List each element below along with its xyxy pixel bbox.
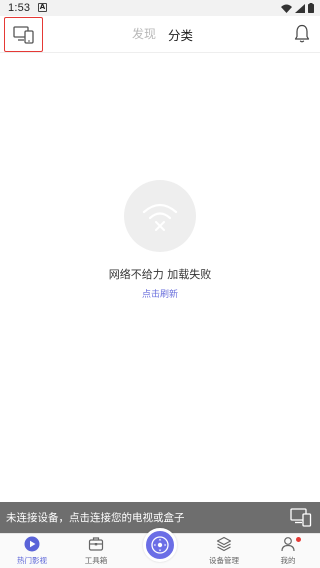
notification-badge <box>296 537 301 542</box>
remote-control-button[interactable] <box>143 528 177 562</box>
status-bar: 1:53 A <box>0 0 320 16</box>
header-tabs: 发现 分类 <box>132 25 193 44</box>
play-circle-icon <box>24 536 40 552</box>
nav-label: 热门影视 <box>17 556 47 565</box>
signal-icon <box>295 3 305 13</box>
notification-a-icon: A <box>38 3 47 12</box>
retry-link[interactable]: 点击刷新 <box>142 287 178 300</box>
bottom-nav: 热门影视 工具箱 设备管理 我的 <box>0 528 320 568</box>
layers-icon <box>216 536 232 552</box>
error-message: 网络不给力 加载失败 <box>108 268 212 281</box>
wifi-status-icon <box>281 4 292 13</box>
tv-cast-icon <box>290 508 312 527</box>
status-time: 1:53 <box>8 2 31 14</box>
nav-label: 工具箱 <box>84 556 108 565</box>
network-error-state: 网络不给力 加载失败 点击刷新 <box>0 180 320 301</box>
tab-category[interactable]: 分类 <box>168 25 193 44</box>
nav-item-device-manage[interactable]: 设备管理 <box>192 536 256 566</box>
nav-item-hot-videos[interactable]: 热门影视 <box>0 536 64 566</box>
no-wifi-illustration <box>124 180 196 252</box>
nav-item-toolbox[interactable]: 工具箱 <box>64 536 128 566</box>
battery-icon <box>308 3 314 13</box>
top-header: 发现 分类 <box>0 16 320 53</box>
screen-cast-button[interactable] <box>4 17 43 52</box>
person-icon <box>281 537 295 552</box>
tab-discover[interactable]: 发现 <box>132 25 156 44</box>
screen-cast-icon <box>12 25 34 44</box>
nav-item-mine[interactable]: 我的 <box>256 536 320 566</box>
wifi-off-icon <box>142 203 178 231</box>
nav-label: 设备管理 <box>209 556 239 565</box>
remote-control-icon <box>151 536 169 554</box>
toolbox-icon <box>88 537 104 551</box>
bell-icon[interactable] <box>294 24 310 44</box>
app-screen: 1:53 A 发现 分类 网络不给力 加载失败 点击刷新 未连接设备，点击连接您… <box>0 0 320 568</box>
status-icons <box>281 3 314 13</box>
nav-label: 我的 <box>280 556 296 565</box>
banner-text: 未连接设备，点击连接您的电视或盒子 <box>6 512 185 524</box>
